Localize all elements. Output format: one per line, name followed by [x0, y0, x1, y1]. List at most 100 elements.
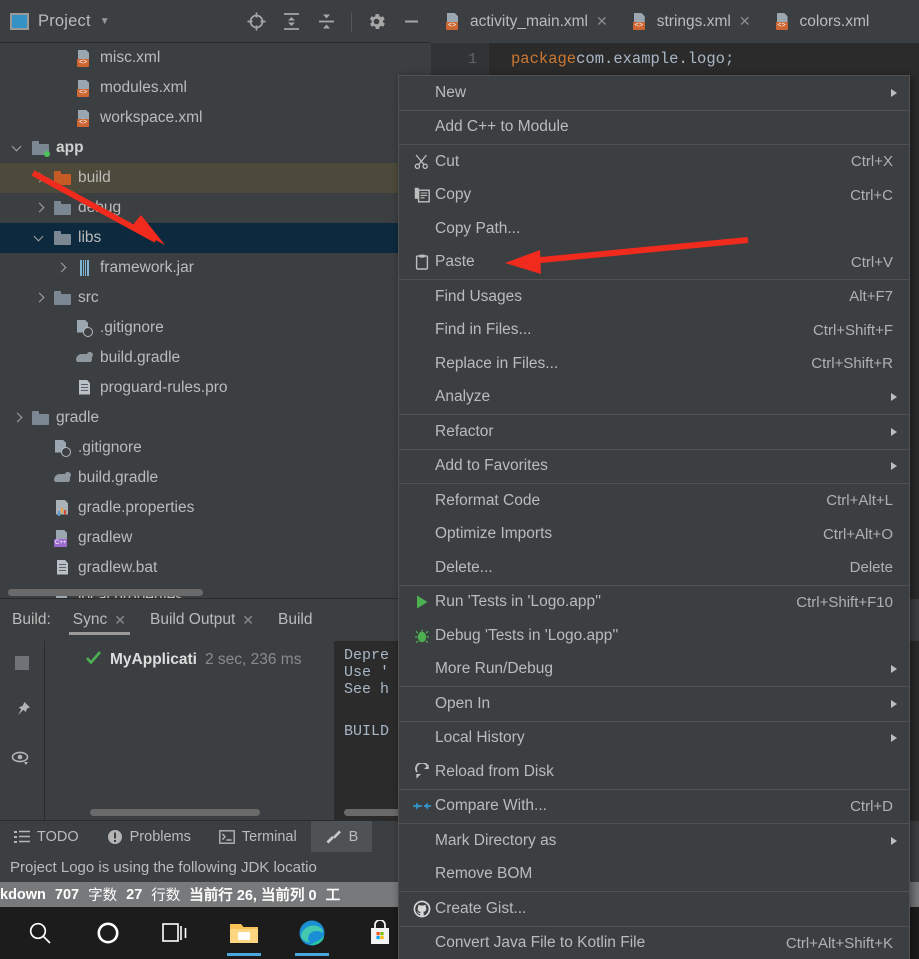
task-view-icon[interactable]	[154, 910, 198, 956]
tool-button-build[interactable]: B	[310, 820, 373, 853]
menu-item-optimize-imports[interactable]: Optimize Imports Ctrl+Alt+O	[399, 518, 909, 552]
close-icon[interactable]: ✕	[242, 612, 254, 629]
menu-item-reformat-code[interactable]: Reformat Code Ctrl+Alt+L	[399, 484, 909, 518]
editor-tab-activity-main[interactable]: activity_main.xml ✕	[431, 0, 618, 43]
xml-file-icon	[445, 13, 462, 30]
close-icon[interactable]: ✕	[739, 13, 751, 30]
locate-icon[interactable]	[246, 11, 267, 32]
code-line[interactable]: package com.example.logo;	[489, 43, 919, 75]
close-icon[interactable]: ✕	[114, 612, 126, 629]
xml-file-icon	[76, 50, 93, 67]
menu-item-find-usages[interactable]: Find Usages Alt+F7	[399, 280, 909, 314]
menu-item-remove-bom[interactable]: Remove BOM	[399, 858, 909, 892]
build-tab-build-output[interactable]: Build Output ✕	[138, 611, 266, 629]
build-sync-tree[interactable]: MyApplicati 2 sec, 236 ms	[44, 641, 334, 820]
menu-item-find-in-files[interactable]: Find in Files... Ctrl+Shift+F	[399, 314, 909, 348]
cortana-circle-icon[interactable]	[86, 910, 130, 956]
tree-item-misc-xml[interactable]: misc.xml	[0, 43, 430, 73]
tool-button-todo[interactable]: TODO	[0, 821, 93, 853]
menu-item-add-to-favorites[interactable]: Add to Favorites	[399, 450, 909, 484]
tree-item-label: debug	[78, 199, 122, 216]
sync-root-node[interactable]: MyApplicati 2 sec, 236 ms	[45, 641, 334, 671]
horizontal-scrollbar[interactable]	[90, 809, 260, 816]
project-header-toolbar	[246, 0, 422, 43]
menu-item-create-gist[interactable]: Create Gist...	[399, 892, 909, 926]
stop-icon[interactable]	[14, 655, 30, 676]
chevron-right-icon[interactable]	[32, 201, 46, 215]
chevron-down-icon[interactable]	[32, 231, 46, 245]
menu-item-debug-tests-in-logo-app[interactable]: Debug 'Tests in 'Logo.app''	[399, 619, 909, 653]
tree-item-debug[interactable]: debug	[0, 193, 430, 223]
close-icon[interactable]: ✕	[596, 13, 608, 30]
editor-tab-strings[interactable]: strings.xml ✕	[618, 0, 761, 43]
collapse-all-icon[interactable]	[316, 11, 337, 32]
search-icon[interactable]	[18, 910, 62, 956]
tree-item-gradle-properties[interactable]: gradle.properties	[0, 493, 430, 523]
editor-tab-colors[interactable]: colors.xml	[761, 0, 880, 43]
menu-item-new[interactable]: New	[399, 76, 909, 110]
menu-item-mark-directory-as[interactable]: Mark Directory as	[399, 824, 909, 858]
tree-item-app[interactable]: app	[0, 133, 430, 163]
menu-item-copy[interactable]: Copy Ctrl+C	[399, 179, 909, 213]
context-menu[interactable]: New Add C++ to Module Cut Ctrl+X Copy Ctrl+C C…	[398, 75, 910, 959]
build-tab-build[interactable]: Build	[266, 611, 324, 629]
edge-browser-icon[interactable]	[290, 910, 334, 956]
settings-gear-icon[interactable]	[366, 11, 387, 32]
menu-item-reload-from-disk[interactable]: Reload from Disk	[399, 755, 909, 789]
microsoft-store-icon[interactable]	[358, 910, 402, 956]
menu-item-shortcut: Alt+F7	[849, 288, 893, 306]
menu-item-paste[interactable]: Paste Ctrl+V	[399, 246, 909, 280]
menu-item-local-history[interactable]: Local History	[399, 722, 909, 756]
menu-item-cut[interactable]: Cut Ctrl+X	[399, 145, 909, 179]
menu-item-analyze[interactable]: Analyze	[399, 381, 909, 415]
project-tree[interactable]: misc.xml modules.xml workspace.xml app build…	[0, 43, 430, 598]
copy-icon	[409, 187, 435, 203]
tree-item-framework-jar[interactable]: framework.jar	[0, 253, 430, 283]
build-label: Build:	[12, 611, 51, 628]
tool-button-terminal[interactable]: Terminal	[205, 821, 311, 853]
file-explorer-icon[interactable]	[222, 910, 266, 956]
tool-button-problems[interactable]: Problems	[93, 821, 205, 853]
tree-item-gradle[interactable]: gradle	[0, 403, 430, 433]
menu-item-refactor[interactable]: Refactor	[399, 415, 909, 449]
menu-item-add-c++-to-module[interactable]: Add C++ to Module	[399, 111, 909, 145]
tree-item-build[interactable]: build	[0, 163, 430, 193]
menu-item-replace-in-files[interactable]: Replace in Files... Ctrl+Shift+R	[399, 347, 909, 381]
tree-item-gradlew-bat[interactable]: gradlew.bat	[0, 553, 430, 583]
menu-item-more-run-debug[interactable]: More Run/Debug	[399, 653, 909, 687]
editor-tab-label: activity_main.xml	[470, 12, 588, 30]
chevron-right-icon[interactable]	[32, 171, 46, 185]
menu-item-delete[interactable]: Delete... Delete	[399, 551, 909, 585]
eye-icon[interactable]	[11, 749, 33, 772]
tree-item--gitignore[interactable]: .gitignore	[0, 313, 430, 343]
chevron-right-icon[interactable]	[32, 291, 46, 305]
project-panel-header: Project ▼	[0, 0, 430, 43]
tree-item-build-gradle[interactable]: build.gradle	[0, 343, 430, 373]
tree-item-proguard-rules-pro[interactable]: proguard-rules.pro	[0, 373, 430, 403]
tree-item-src[interactable]: src	[0, 283, 430, 313]
pin-icon[interactable]	[12, 700, 32, 725]
tree-item-build-gradle[interactable]: build.gradle	[0, 463, 430, 493]
chevron-down-icon[interactable]: ▼	[100, 16, 110, 27]
menu-item-copy-path[interactable]: Copy Path...	[399, 212, 909, 246]
chevron-right-icon[interactable]	[10, 411, 24, 425]
menu-item-convert-java-file-to-kotlin-file[interactable]: Convert Java File to Kotlin File Ctrl+Alt…	[399, 927, 909, 959]
expand-all-icon[interactable]	[281, 11, 302, 32]
md-caret-position: 当前行 26, 当前列 0	[189, 888, 317, 904]
chevron-down-icon[interactable]	[10, 141, 24, 155]
tree-item-gradlew[interactable]: gradlew	[0, 523, 430, 553]
build-tab-sync[interactable]: Sync ✕	[61, 611, 138, 635]
tree-horizontal-scrollbar[interactable]	[8, 589, 203, 596]
run-play-icon	[409, 594, 435, 610]
line-number: 1	[467, 50, 477, 68]
tree-item-modules-xml[interactable]: modules.xml	[0, 73, 430, 103]
menu-item-open-in[interactable]: Open In	[399, 687, 909, 721]
tree-item-libs[interactable]: libs	[0, 223, 430, 253]
menu-item-compare-with[interactable]: Compare With... Ctrl+D	[399, 790, 909, 824]
tab-label: Build	[278, 611, 313, 628]
hide-panel-icon[interactable]	[401, 11, 422, 32]
tree-item--gitignore[interactable]: .gitignore	[0, 433, 430, 463]
menu-item-run-tests-in-logo-app[interactable]: Run 'Tests in 'Logo.app'' Ctrl+Shift+F10	[399, 586, 909, 620]
chevron-right-icon[interactable]	[54, 261, 68, 275]
tree-item-workspace-xml[interactable]: workspace.xml	[0, 103, 430, 133]
